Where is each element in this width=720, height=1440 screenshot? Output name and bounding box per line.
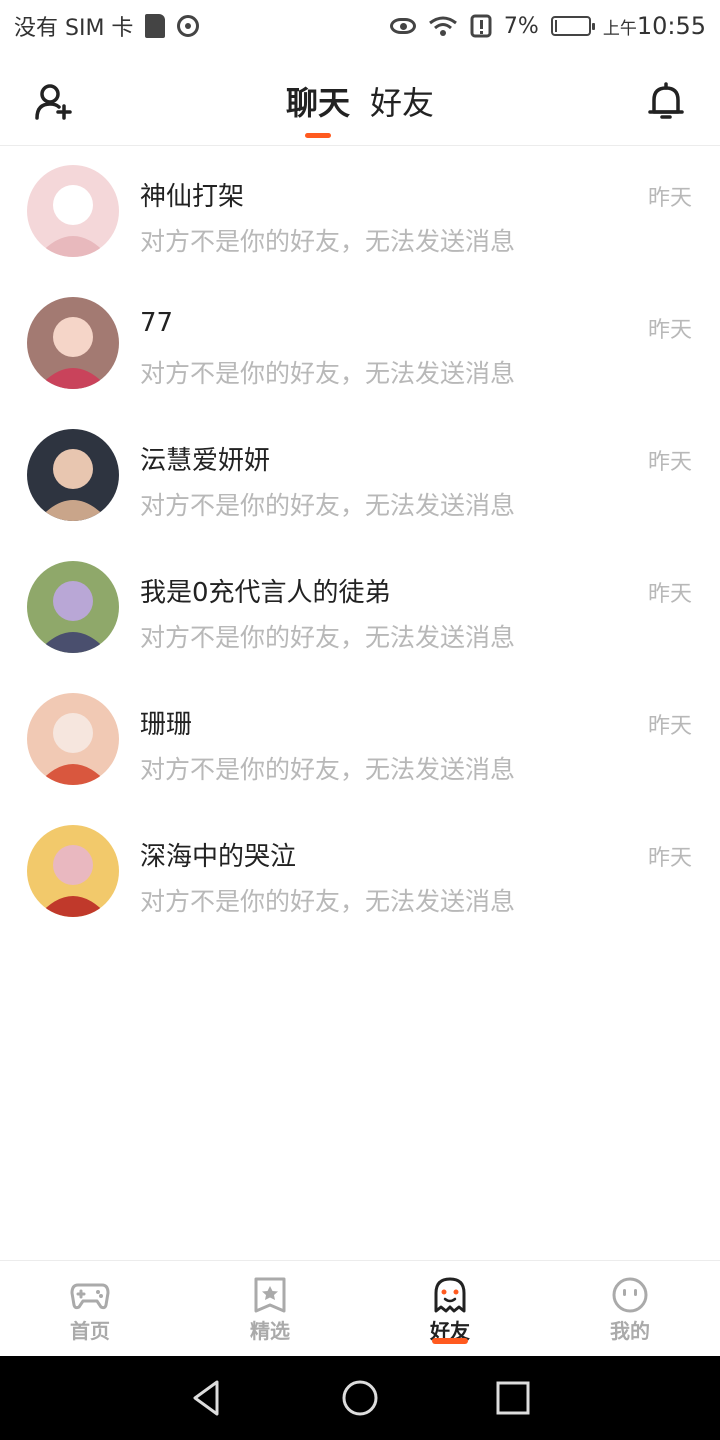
chat-list: 神仙打架 对方不是你的好友，无法发送消息 昨天 77 对方不是你的好友，无法发送… <box>0 146 720 938</box>
nav-featured[interactable]: 精选 <box>180 1261 360 1356</box>
active-indicator <box>432 1338 468 1344</box>
chat-name: 我是0充代言人的徒弟 <box>140 578 391 608</box>
time-prefix: 上午 <box>602 19 637 39</box>
avatar[interactable] <box>27 429 119 521</box>
chat-name: 神仙打架 <box>140 182 245 212</box>
chat-time: 昨天 <box>647 318 692 343</box>
bell-icon <box>648 82 684 119</box>
chat-row[interactable]: 沄慧爱妍妍 对方不是你的好友，无法发送消息 昨天 <box>0 410 720 542</box>
avatar[interactable] <box>27 165 119 257</box>
home-icon[interactable] <box>340 1378 380 1418</box>
system-nav-bar <box>0 1356 720 1440</box>
chat-name: 深海中的哭泣 <box>140 842 297 872</box>
chat-row[interactable]: 深海中的哭泣 对方不是你的好友，无法发送消息 昨天 <box>0 806 720 938</box>
sd-card-icon <box>145 14 166 38</box>
avatar[interactable] <box>27 693 119 785</box>
chat-preview: 对方不是你的好友，无法发送消息 <box>140 887 516 916</box>
carrier-text: 没有 SIM 卡 <box>14 16 134 41</box>
eye-icon <box>389 18 416 34</box>
bottom-nav: 首页 精选 好友 我的 <box>0 1260 720 1356</box>
chat-row[interactable]: 神仙打架 对方不是你的好友，无法发送消息 昨天 <box>0 146 720 278</box>
chat-time: 昨天 <box>647 186 692 211</box>
status-bar: 没有 SIM 卡 7% 上午10:55 <box>0 0 720 52</box>
header-tabs: 聊天 好友 <box>0 78 720 138</box>
recents-icon[interactable] <box>493 1378 533 1418</box>
tab-chat[interactable]: 聊天 <box>286 78 350 138</box>
hotspot-icon <box>177 15 200 37</box>
chat-time: 昨天 <box>647 846 692 871</box>
nav-label: 精选 <box>250 1319 290 1343</box>
header: 聊天 好友 <box>0 52 720 146</box>
wifi-icon <box>428 15 458 37</box>
nav-label: 首页 <box>70 1319 110 1343</box>
nav-friends[interactable]: 好友 <box>360 1261 540 1356</box>
battery-percent: 7% <box>503 13 539 39</box>
alert-icon <box>470 14 492 38</box>
notifications-button[interactable] <box>646 82 686 122</box>
status-right: 7% 上午10:55 <box>389 12 706 40</box>
chat-preview: 对方不是你的好友，无法发送消息 <box>140 359 516 388</box>
nav-me[interactable]: 我的 <box>540 1261 720 1356</box>
status-left: 没有 SIM 卡 <box>14 10 200 42</box>
chat-preview: 对方不是你的好友，无法发送消息 <box>140 755 516 784</box>
face-icon <box>612 1277 648 1313</box>
chat-name: 沄慧爱妍妍 <box>140 446 271 476</box>
chat-preview: 对方不是你的好友，无法发送消息 <box>140 491 516 520</box>
chat-row[interactable]: 我是0充代言人的徒弟 对方不是你的好友，无法发送消息 昨天 <box>0 542 720 674</box>
chat-time: 昨天 <box>647 450 692 475</box>
nav-label: 我的 <box>610 1319 650 1343</box>
tab-friends[interactable]: 好友 <box>370 78 434 124</box>
ghost-icon <box>434 1277 466 1313</box>
chat-time: 昨天 <box>647 714 692 739</box>
star-bookmark-icon <box>254 1277 286 1313</box>
avatar[interactable] <box>27 561 119 653</box>
chat-name: 珊珊 <box>140 710 193 740</box>
gamepad-icon <box>70 1283 110 1310</box>
chat-preview: 对方不是你的好友，无法发送消息 <box>140 623 516 652</box>
chat-row[interactable]: 77 对方不是你的好友，无法发送消息 昨天 <box>0 278 720 410</box>
battery-icon <box>550 16 595 36</box>
avatar[interactable] <box>27 825 119 917</box>
chat-name: 77 <box>140 308 174 338</box>
back-icon[interactable] <box>187 1378 227 1418</box>
nav-home[interactable]: 首页 <box>0 1261 180 1356</box>
chat-preview: 对方不是你的好友，无法发送消息 <box>140 227 516 256</box>
chat-time: 昨天 <box>647 582 692 607</box>
chat-row[interactable]: 珊珊 对方不是你的好友，无法发送消息 昨天 <box>0 674 720 806</box>
clock: 10:55 <box>636 12 706 40</box>
avatar[interactable] <box>27 297 119 389</box>
